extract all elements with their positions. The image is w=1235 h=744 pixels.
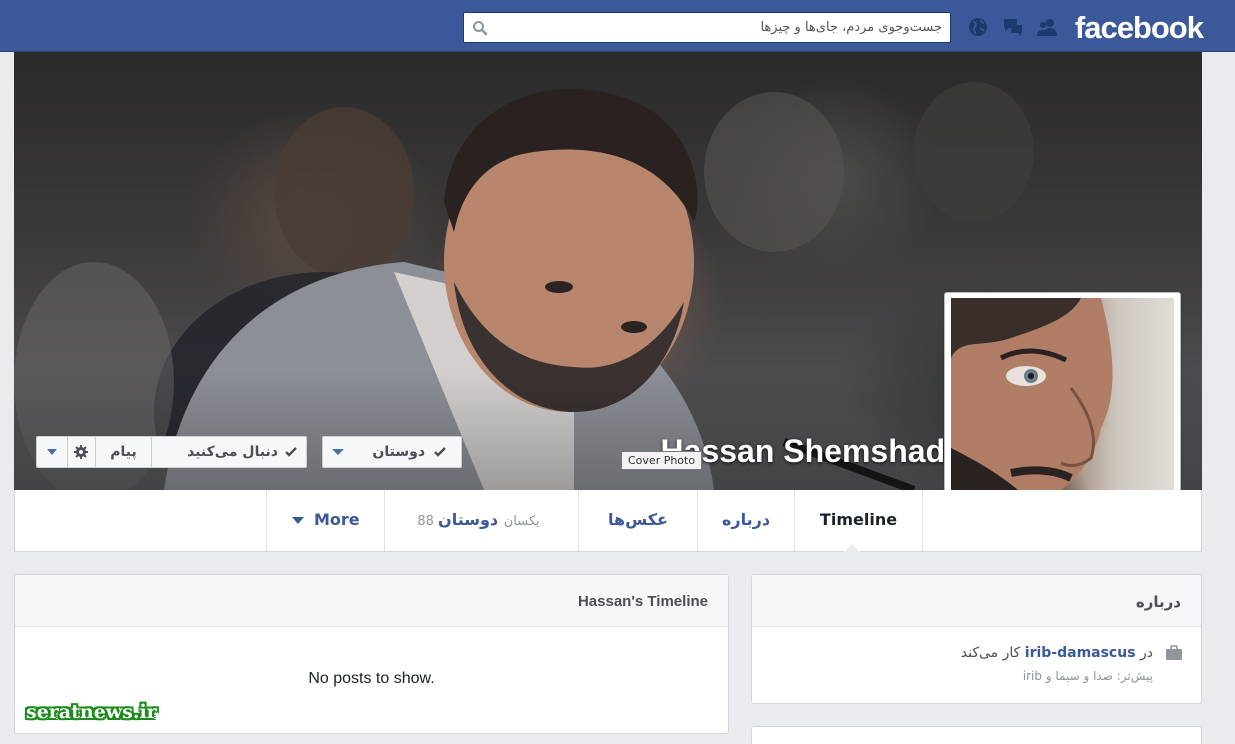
briefcase-icon — [1166, 645, 1182, 660]
profile-picture-image — [951, 298, 1113, 522]
chevron-down-icon — [47, 449, 57, 455]
previous-work-info: پیش‌تر: صدا و سیما و irib — [1022, 669, 1153, 683]
tab-friends[interactable]: 88 یکسان دوستان — [384, 490, 578, 551]
about-panel-header: درباره — [752, 575, 1201, 627]
tab-friends-label: دوستان — [438, 510, 499, 529]
facebook-logo[interactable]: facebook — [1075, 10, 1204, 46]
search-bar[interactable] — [463, 12, 951, 43]
checkmark-icon — [285, 447, 297, 457]
message-button[interactable]: پیام — [96, 437, 151, 467]
work-suffix: کار می‌کند — [960, 645, 1021, 661]
tab-more-label: More — [314, 510, 360, 529]
friends-button[interactable]: دوستان — [322, 436, 462, 468]
next-panel — [751, 726, 1202, 744]
tab-photos[interactable]: عکس‌ها — [578, 490, 697, 551]
more-dropdown-button[interactable] — [37, 437, 67, 467]
search-icon[interactable] — [472, 20, 488, 36]
tab-timeline[interactable]: Timeline — [794, 490, 922, 552]
following-button[interactable]: دنبال می‌کنید — [152, 437, 306, 467]
friend-requests-icon[interactable] — [1036, 16, 1058, 38]
active-tab-indicator — [844, 544, 860, 552]
tab-divider — [922, 490, 923, 551]
tab-about[interactable]: درباره — [697, 490, 794, 551]
about-panel-title[interactable]: درباره — [1136, 593, 1181, 611]
watermark-text: seratnews.ir — [26, 701, 157, 723]
profile-tabs: More 88 یکسان دوستان عکس‌ها درباره Timel… — [14, 490, 1202, 552]
work-prefix: در — [1140, 645, 1153, 661]
chevron-down-icon — [292, 517, 304, 524]
search-input[interactable] — [492, 13, 948, 42]
friends-button-label: دوستان — [372, 444, 425, 460]
checkmark-icon — [434, 447, 446, 457]
profile-picture[interactable] — [951, 298, 1174, 522]
following-label: دنبال می‌کنید — [187, 444, 278, 460]
settings-button[interactable] — [68, 437, 95, 467]
messages-icon[interactable] — [1002, 16, 1024, 38]
profile-action-group: پیام دنبال می‌کنید — [36, 436, 307, 468]
work-info: در irib-damascus کار می‌کند — [961, 645, 1153, 661]
top-navigation-bar: facebook — [0, 0, 1235, 52]
notifications-globe-icon[interactable] — [967, 16, 989, 38]
empty-state-message: No posts to show. — [308, 670, 435, 687]
chevron-down-icon — [332, 449, 344, 455]
profile-name[interactable]: Hassan Shemshadi — [661, 433, 954, 470]
about-panel: درباره در irib-damascus کار می‌کند پیش‌ت… — [751, 574, 1202, 704]
tab-timeline-label: Timeline — [819, 510, 898, 529]
cover-photo-tooltip: Cover Photo — [621, 451, 703, 470]
workplace-link[interactable]: irib-damascus — [1025, 645, 1136, 661]
gear-icon — [74, 445, 88, 459]
timeline-panel-title[interactable]: Hassan's Timeline — [578, 593, 708, 610]
timeline-panel-header: Hassan's Timeline — [15, 575, 728, 627]
tab-more[interactable]: More — [266, 490, 384, 551]
